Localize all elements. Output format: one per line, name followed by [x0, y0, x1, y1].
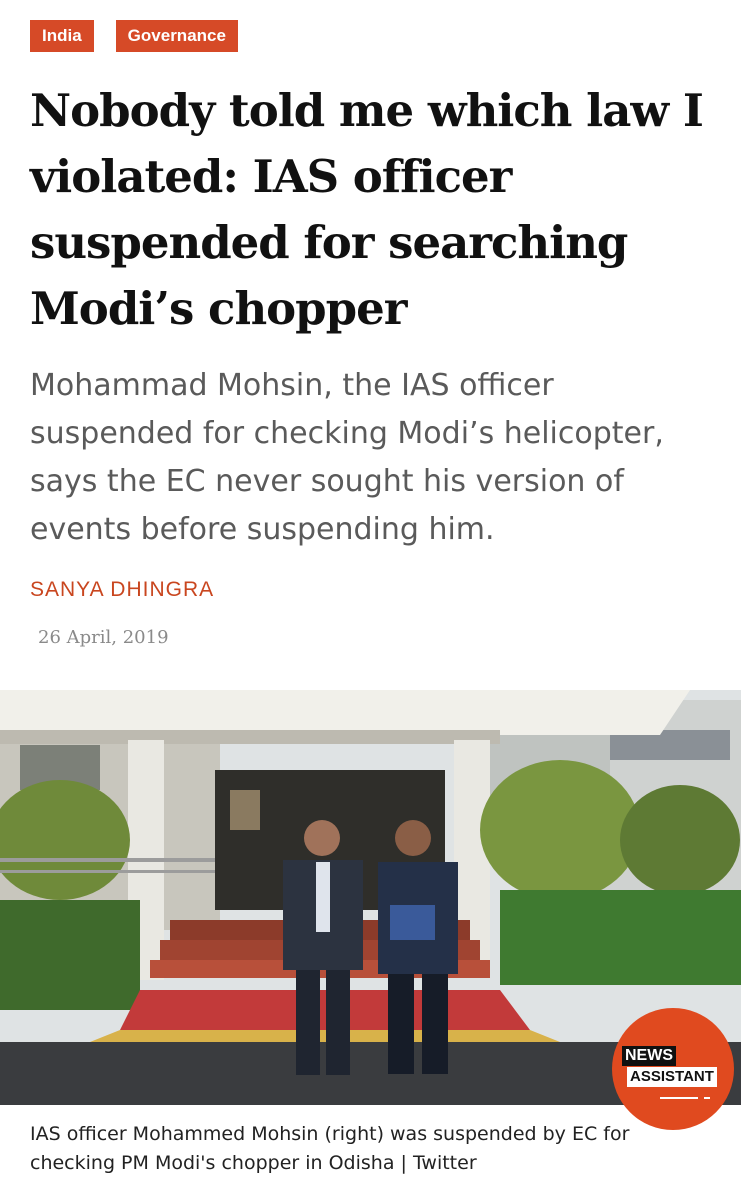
author-link[interactable]: SANYA DHINGRA: [30, 578, 214, 602]
badge-news-label: NEWS: [622, 1046, 676, 1066]
tag-governance[interactable]: Governance: [115, 20, 238, 52]
tag-india[interactable]: India: [30, 20, 94, 52]
badge-assistant-label: ASSISTANT: [627, 1067, 717, 1087]
photo-caption: IAS officer Mohammed Mohsin (right) was …: [30, 1123, 630, 1174]
badge-dot: [704, 1097, 710, 1099]
publish-date: 26 April, 2019: [38, 627, 169, 648]
tag-list: India Governance: [30, 20, 238, 52]
article-headline: Nobody told me which law I violated: IAS…: [30, 84, 704, 335]
news-assistant-badge[interactable]: NEWS ASSISTANT: [612, 1008, 734, 1130]
article-standfirst: Mohammad Mohsin, the IAS officer suspend…: [30, 368, 664, 547]
badge-divider: [660, 1097, 698, 1099]
